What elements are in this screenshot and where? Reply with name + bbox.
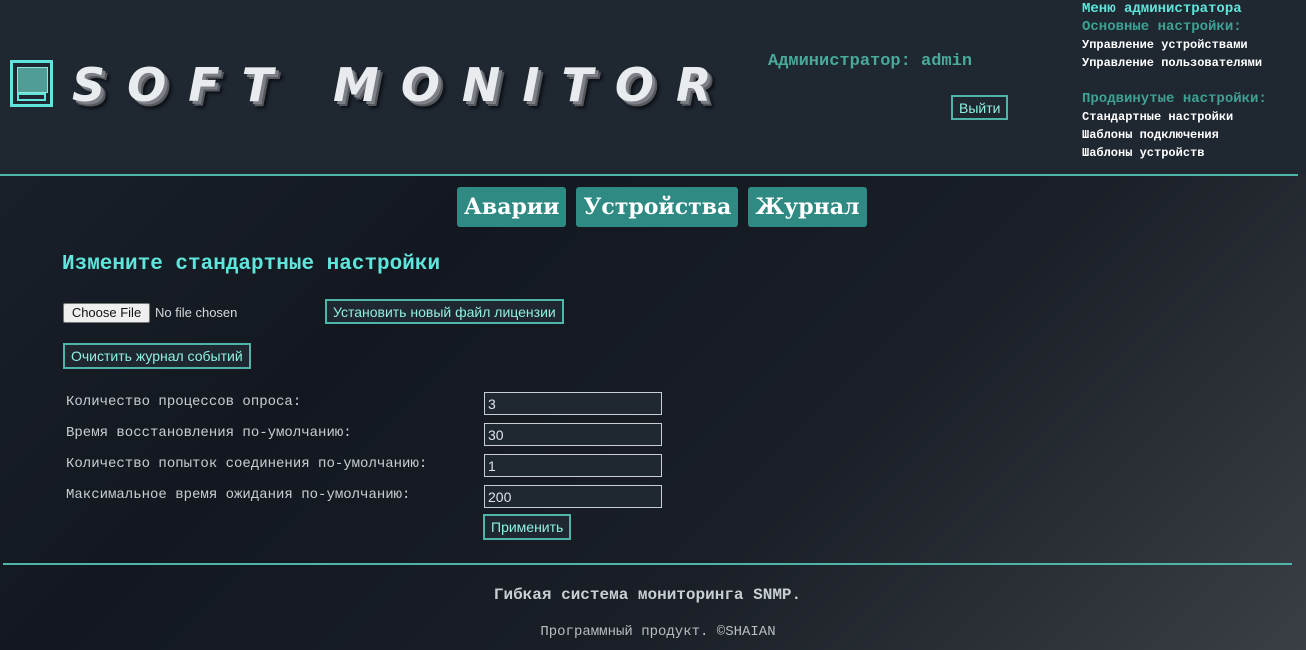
footer-divider [3, 563, 1292, 565]
default-max-wait-label: Максимальное время ожидания по-умолчанию… [66, 487, 411, 503]
poll-processes-label: Количество процессов опроса: [66, 394, 302, 410]
footer-tagline: Гибкая система мониторинга SNMP. [493, 586, 802, 604]
default-connection-attempts-label: Количество попыток соединения по-умолчан… [66, 456, 428, 472]
menu-item-device-management[interactable]: Управление устройствами [1082, 36, 1267, 54]
logout-button[interactable]: Выйти [951, 95, 1009, 120]
monitor-icon [10, 60, 53, 107]
admin-menu: Меню администратора Основные настройки: … [1082, 0, 1267, 162]
install-license-button[interactable]: Установить новый файл лицензии [325, 299, 564, 324]
page-title: Измените стандартные настройки [62, 253, 441, 276]
basic-settings-heading: Основные настройки: [1082, 19, 1242, 35]
header: SOFT MONITOR Администратор: admin Выйти … [0, 0, 1306, 174]
default-recovery-time-input[interactable] [484, 423, 662, 446]
advanced-settings-heading: Продвинутые настройки: [1082, 91, 1267, 107]
poll-processes-input[interactable] [484, 392, 662, 415]
default-max-wait-input[interactable] [484, 485, 662, 508]
apply-button[interactable]: Применить [483, 514, 572, 540]
menu-item-device-templates[interactable]: Шаблоны устройств [1082, 144, 1267, 162]
menu-item-connection-templates[interactable]: Шаблоны подключения [1082, 126, 1267, 144]
menu-item-standard-settings[interactable]: Стандартные настройки [1082, 108, 1267, 126]
tab-alarms[interactable]: Аварии [457, 187, 567, 227]
main-nav: Аварии Устройства Журнал [457, 187, 867, 227]
app-logo-text: SOFT MONITOR [72, 58, 734, 112]
default-recovery-time-label: Время восстановления по-умолчанию: [66, 425, 352, 441]
clear-event-log-button[interactable]: Очистить журнал событий [63, 343, 251, 369]
menu-item-user-management[interactable]: Управление пользователями [1082, 54, 1267, 72]
admin-menu-title: Меню администратора [1082, 1, 1242, 17]
default-connection-attempts-input[interactable] [484, 454, 662, 477]
admin-username-label: Администратор: admin [768, 52, 973, 71]
header-divider [0, 174, 1298, 176]
file-status-text: No file chosen [155, 305, 238, 320]
choose-file-button[interactable]: Choose File [63, 303, 150, 323]
tab-journal[interactable]: Журнал [748, 187, 867, 227]
footer-copyright: Программный продукт. ©SHAIAN [540, 624, 776, 640]
tab-devices[interactable]: Устройства [576, 187, 739, 227]
